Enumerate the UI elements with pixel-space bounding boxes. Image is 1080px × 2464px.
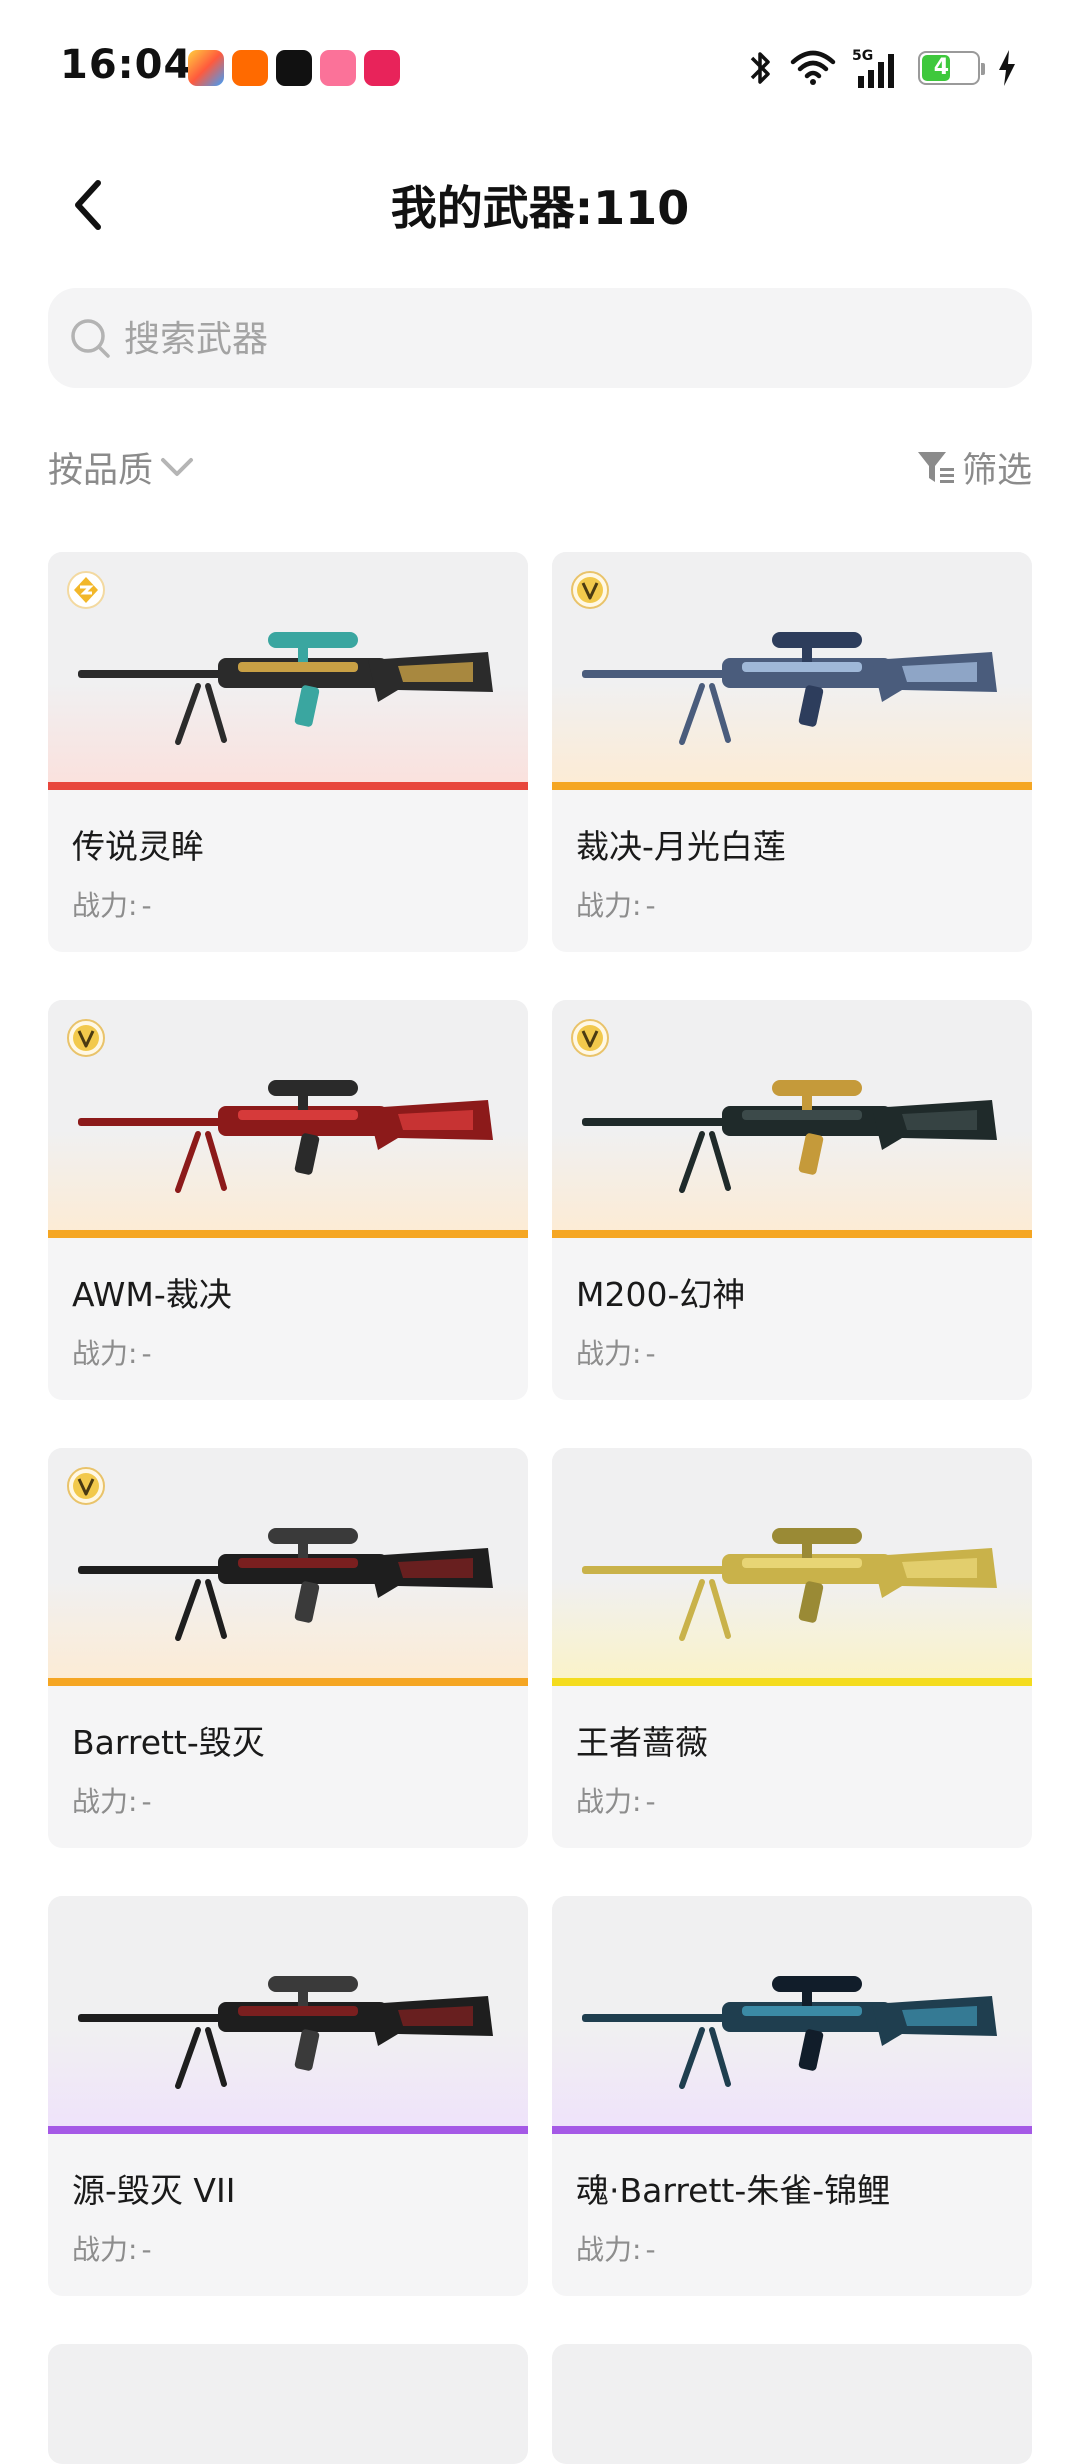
power-value: - xyxy=(141,2233,152,2266)
power-value: - xyxy=(141,889,152,922)
weapon-rifle-image xyxy=(582,1528,997,1641)
power-value: - xyxy=(141,1785,152,1818)
bilibili-app-icon xyxy=(320,50,356,86)
search-icon xyxy=(71,319,110,358)
weapon-image xyxy=(48,1448,528,1686)
weapon-rifle-image xyxy=(582,632,997,745)
weapon-image xyxy=(552,1448,1032,1686)
power-value: - xyxy=(645,1785,656,1818)
bluetooth-icon xyxy=(750,52,770,84)
weapon-image xyxy=(552,552,1032,790)
weapon-image xyxy=(552,1000,1032,1238)
weapon-grid: 传说灵眸 战力: - 裁决-月光白莲 战力: - AWM-裁决 战力: - M2… xyxy=(48,552,1032,2464)
weapon-card[interactable]: 王者蔷薇 战力: - xyxy=(552,1448,1032,1848)
weapon-rifle-image xyxy=(582,1080,997,1193)
cellular-5g-icon: 5G xyxy=(852,48,894,88)
power-label: 战力: xyxy=(576,2233,642,2266)
taobao-app-icon xyxy=(232,50,268,86)
weapon-image xyxy=(48,552,528,790)
weapon-power: 战力: - xyxy=(576,1780,656,1820)
power-label: 战力: xyxy=(576,1337,642,1370)
weapon-power: 战力: - xyxy=(72,1780,152,1820)
power-label: 战力: xyxy=(72,1337,138,1370)
quality-bar xyxy=(48,2126,528,2134)
power-label: 战力: xyxy=(72,2233,138,2266)
weapon-card[interactable]: 传说灵眸 战力: - xyxy=(48,552,528,952)
sort-dropdown[interactable]: 按品质 xyxy=(48,442,195,493)
quality-bar xyxy=(552,2126,1032,2134)
power-value: - xyxy=(645,2233,656,2266)
weapon-name: 王者蔷薇 xyxy=(576,1723,708,1762)
weapon-rifle-image xyxy=(78,1080,493,1193)
chevron-down-icon xyxy=(161,457,194,476)
quality-bar xyxy=(552,1678,1032,1686)
quality-bar xyxy=(48,782,528,790)
page-title: 我的武器:110 xyxy=(390,181,690,235)
power-value: - xyxy=(645,1337,656,1370)
weapon-card[interactable]: 魂·Barrett-朱雀-锦鲤 战力: - xyxy=(552,1896,1032,2296)
weapon-power: 战力: - xyxy=(576,1332,656,1372)
weapon-card[interactable]: M200-幻神 战力: - xyxy=(552,1000,1032,1400)
weapon-card[interactable]: 源-毁灭 VII 战力: - xyxy=(48,1896,528,2296)
weapon-image xyxy=(48,1000,528,1238)
weapon-rifle-image xyxy=(78,632,493,745)
wifi-icon xyxy=(790,50,836,85)
power-value: - xyxy=(645,889,656,922)
quality-bar xyxy=(552,782,1032,790)
douyin-app-icon xyxy=(276,50,312,86)
power-label: 战力: xyxy=(72,889,138,922)
weapon-image xyxy=(48,1896,528,2134)
weapon-rifle-image xyxy=(78,1528,493,1641)
photos-app-icon xyxy=(188,50,224,86)
filter-icon xyxy=(917,451,954,483)
weapon-card[interactable]: 裁决-月光白莲 战力: - xyxy=(552,552,1032,952)
quality-bar xyxy=(48,1230,528,1238)
v-badge-icon xyxy=(571,1019,609,1057)
battery-icon: 47 xyxy=(918,51,985,85)
battery-level: 47 xyxy=(933,55,965,80)
weapon-name: 魂·Barrett-朱雀-锦鲤 xyxy=(576,2171,891,2210)
weapon-name: M200-幻神 xyxy=(576,1275,746,1314)
weapon-image xyxy=(552,1896,1032,2134)
weapon-name: 源-毁灭 VII xyxy=(72,2171,236,2210)
weapon-rifle-image xyxy=(582,1976,997,2089)
system-icons: 5G 47 xyxy=(748,46,1018,90)
v-badge-icon xyxy=(571,571,609,609)
power-label: 战力: xyxy=(576,889,642,922)
status-time: 16:04 xyxy=(60,42,193,88)
weapon-name: Barrett-毁灭 xyxy=(72,1723,265,1762)
weapon-name: AWM-裁决 xyxy=(72,1275,232,1314)
search-bar[interactable] xyxy=(48,288,1032,388)
diamond-badge-icon xyxy=(67,571,105,609)
weapon-card-partial[interactable] xyxy=(552,2344,1032,2464)
search-input[interactable] xyxy=(122,308,986,370)
weapon-power: 战力: - xyxy=(576,2228,656,2268)
quality-bar xyxy=(552,1230,1032,1238)
status-bar: 16:04 5G 47 xyxy=(0,0,1080,140)
power-label: 战力: xyxy=(72,1785,138,1818)
quality-bar xyxy=(48,1678,528,1686)
notification-app-icons xyxy=(188,50,400,86)
filter-label: 筛选 xyxy=(961,451,1032,491)
v-badge-icon xyxy=(67,1019,105,1057)
game-app-icon xyxy=(364,50,400,86)
weapon-power: 战力: - xyxy=(72,884,152,924)
weapon-power: 战力: - xyxy=(72,2228,152,2268)
weapon-card-partial[interactable] xyxy=(48,2344,528,2464)
charging-bolt-icon xyxy=(999,50,1015,86)
weapon-power: 战力: - xyxy=(72,1332,152,1372)
sort-label: 按品质 xyxy=(48,451,154,491)
power-label: 战力: xyxy=(576,1785,642,1818)
power-value: - xyxy=(141,1337,152,1370)
v-badge-icon xyxy=(67,1467,105,1505)
weapon-card[interactable]: AWM-裁决 战力: - xyxy=(48,1000,528,1400)
weapon-name: 裁决-月光白莲 xyxy=(576,827,786,866)
weapon-card[interactable]: Barrett-毁灭 战力: - xyxy=(48,1448,528,1848)
weapon-name: 传说灵眸 xyxy=(72,827,204,866)
weapon-rifle-image xyxy=(78,1976,493,2089)
svg-text:5G: 5G xyxy=(852,48,873,64)
weapon-power: 战力: - xyxy=(576,884,656,924)
filter-button[interactable]: 筛选 xyxy=(916,442,1032,493)
